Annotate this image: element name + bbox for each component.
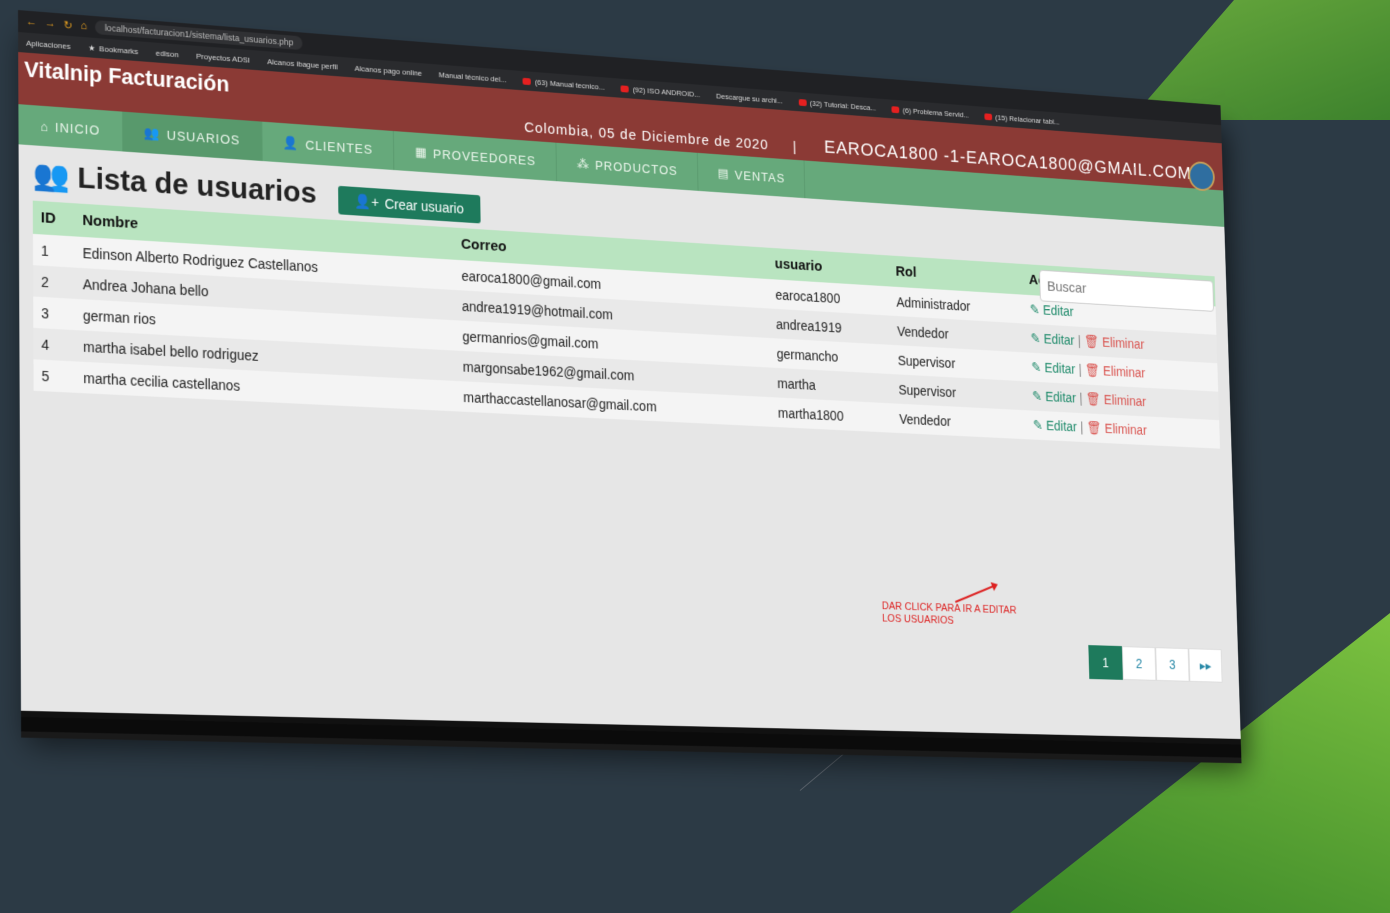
bookmark-item[interactable]: Aplicaciones <box>26 38 70 50</box>
home-icon: ⌂ <box>40 118 50 134</box>
delete-link[interactable]: 🗑 Eliminar <box>1086 391 1147 409</box>
users-icon: 👥 <box>32 158 70 194</box>
edit-link[interactable]: ✎ Editar <box>1032 388 1076 405</box>
back-icon[interactable]: ← <box>26 16 37 29</box>
bookmark-item[interactable]: Descargue su archi... <box>716 91 783 105</box>
delete-link[interactable]: 🗑 Eliminar <box>1085 362 1146 380</box>
cell-id: 2 <box>41 273 49 291</box>
youtube-icon <box>798 98 807 106</box>
nav-item-label: CLIENTES <box>305 136 374 157</box>
avatar[interactable] <box>1188 160 1216 192</box>
header-id: ID <box>40 209 56 228</box>
cell-id: 1 <box>40 242 49 259</box>
monitor-screen: ← → ↻ ⌂ localhost/facturacion1/sistema/l… <box>18 10 1241 745</box>
bookmark-item[interactable]: edison <box>156 48 179 59</box>
bookmark-item[interactable]: Proyectos ADSI <box>196 51 250 64</box>
nav-item-label: INICIO <box>55 119 101 138</box>
cell-id: 5 <box>41 367 50 385</box>
cell-id: 4 <box>41 336 50 353</box>
trash-icon: 🗑 <box>1083 333 1100 350</box>
nav-item-label: VENTAS <box>734 167 786 186</box>
annotation-note: DAR CLICK PARA IR A EDITAR LOS USUARIOS <box>881 600 1017 627</box>
home-browser-icon[interactable]: ⌂ <box>80 20 87 32</box>
cell-id: 3 <box>41 304 50 322</box>
delete-link[interactable]: 🗑 Eliminar <box>1084 334 1145 352</box>
edit-link[interactable]: ✎ Editar <box>1030 331 1074 348</box>
nav-item-label: USUARIOS <box>166 127 241 148</box>
page-button-2[interactable]: 2 <box>1121 646 1157 681</box>
next-page-button[interactable]: ▸▸ <box>1188 648 1223 683</box>
annotation-arrow <box>954 584 995 603</box>
users-icon: 👥 <box>144 125 162 142</box>
edit-icon: ✎ <box>1030 330 1041 347</box>
delete-link[interactable]: 🗑 Eliminar <box>1086 420 1147 438</box>
create-user-label: Crear usuario <box>384 195 464 217</box>
youtube-icon <box>891 105 900 113</box>
bookmark-item[interactable]: (15) Relacionar tabl... <box>984 112 1060 126</box>
page-button-1[interactable]: 1 <box>1088 645 1123 680</box>
page-button-3[interactable]: 3 <box>1155 647 1190 682</box>
building-icon: ▦ <box>414 144 428 160</box>
bookmark-item[interactable]: (6) Problema Servid... <box>891 105 969 119</box>
user-plus-icon: 👤+ <box>354 193 380 211</box>
cubes-icon: ⁂ <box>576 155 590 171</box>
bookmark-item[interactable]: Manual técnico del... <box>439 70 507 84</box>
cell-usuario: martha1800 <box>777 404 844 424</box>
forward-icon[interactable]: → <box>45 17 56 30</box>
edit-icon: ✎ <box>1029 301 1040 318</box>
edit-link[interactable]: ✎ Editar <box>1031 360 1075 377</box>
bookmark-item[interactable]: Alcanos ibague perfil <box>267 57 338 71</box>
cell-rol: Vendedor <box>898 411 951 429</box>
user-icon: 👤 <box>283 134 300 151</box>
edit-icon: ✎ <box>1031 388 1043 404</box>
youtube-icon <box>984 112 993 120</box>
edit-icon: ✎ <box>1032 417 1044 433</box>
header-separator: | <box>792 138 797 156</box>
bookmark-item[interactable]: Alcanos pago online <box>355 63 423 77</box>
bookmark-item[interactable]: (92) ISO ANDROID... <box>620 84 700 99</box>
edit-link[interactable]: ✎ Editar <box>1033 417 1077 434</box>
youtube-icon <box>522 77 532 85</box>
file-icon: ▤ <box>717 165 730 181</box>
bookmark-item[interactable]: (32) Tutorial: Desca... <box>798 98 876 112</box>
youtube-icon <box>620 84 630 93</box>
edit-icon: ✎ <box>1031 359 1042 375</box>
trash-icon: 🗑 <box>1086 420 1102 436</box>
create-user-button[interactable]: 👤+ Crear usuario <box>337 186 481 224</box>
edit-link[interactable]: ✎ Editar <box>1030 302 1074 319</box>
trash-icon: 🗑 <box>1085 391 1101 407</box>
bookmark-item[interactable]: (63) Manual tecnico... <box>522 76 605 91</box>
bookmark-item[interactable]: ★ Bookmarks <box>88 43 138 56</box>
trash-icon: 🗑 <box>1084 362 1101 379</box>
nav-item-label: PRODUCTOS <box>594 157 678 178</box>
page-title-text: Lista de usuarios <box>77 160 317 210</box>
nav-item-inicio[interactable]: ⌂ INICIO <box>18 104 123 152</box>
nav-item-label: PROVEEDORES <box>432 145 536 168</box>
reload-icon[interactable]: ↻ <box>64 18 73 32</box>
pagination: 1 2 3 ▸▸ <box>1088 645 1223 683</box>
